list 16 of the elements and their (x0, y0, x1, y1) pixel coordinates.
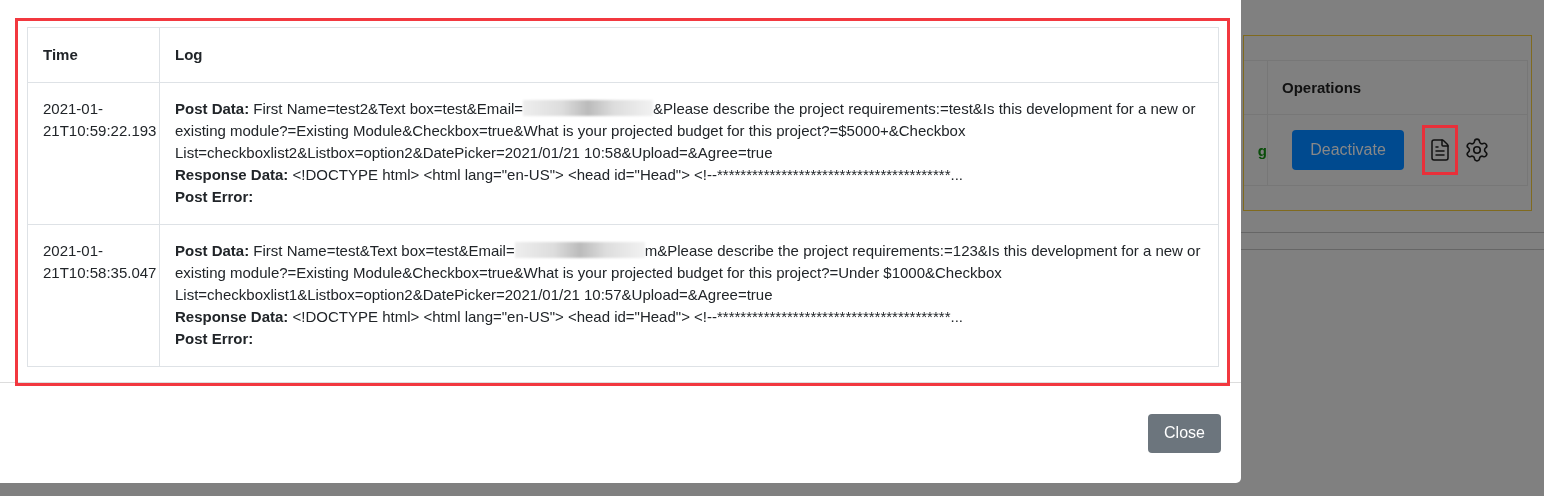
post-data-text: Post Data: First Name=test2&Text box=test&Email= &Please describe the project requirements:=test&Is this development for a new or existing module?=Existing Module&Checkbox=true&What is your projected budget for this project?=$5000+&Checkbox List=checkboxlist2&Listbox=option2&DatePicker=2021/01/21 10:58&Upload=&Agree=true (175, 99, 1197, 163)
status-text: g (1257, 141, 1267, 159)
close-button[interactable]: Close (1148, 413, 1221, 453)
deactivate-button[interactable]: Deactivate (1292, 130, 1404, 170)
column-header: Log (159, 28, 1218, 82)
response-data-text: Response Data: <!DOCTYPE html> <html lang="en-US"> <head id="Head"> <!--****************************************... (175, 307, 964, 327)
time-cell-text: 2021-01-21T10:58:35.047 (42, 241, 158, 283)
response-data-text: Response Data: <!DOCTYPE html> <html lang="en-US"> <head id="Head"> <!--****************************************... (175, 165, 964, 185)
time-cell-text: 2021-01-21T10:59:22.193 (42, 99, 158, 141)
document-icon[interactable] (1428, 138, 1452, 162)
post-data-text: Post Data: First Name=test&Text box=test&Email= m&Please describe the project requirements:=123&Is this development for a new or existing module?=Existing Module&Checkbox=true&What is your projected budget for this project?=Under $1000&Checkbox List=checkboxlist1&Listbox=option2&DatePicker=2021/01/21 10:57&Upload=&Agree=true (175, 241, 1202, 305)
column-header: Operations (1282, 79, 1362, 96)
post-error-text: Post Error: (175, 187, 255, 207)
column-header: Time (42, 45, 79, 65)
post-error-text: Post Error: (175, 329, 255, 349)
settings-icon[interactable] (1464, 137, 1490, 163)
